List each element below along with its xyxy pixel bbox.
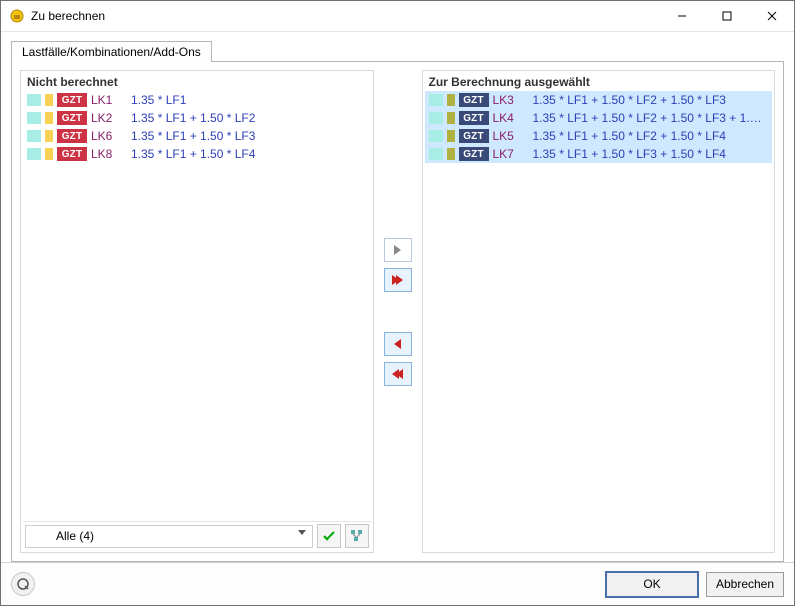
state-badge: GZT [57, 111, 87, 125]
combination-formula: 1.35 * LF1 + 1.50 * LF2 + 1.50 * LF3 [533, 93, 769, 107]
color-swatch-icon [429, 112, 443, 124]
app-icon [9, 8, 25, 24]
move-left-button[interactable] [384, 332, 412, 356]
combination-code: LK8 [91, 147, 127, 161]
combination-formula: 1.35 * LF1 [131, 93, 367, 107]
combination-code: LK6 [91, 129, 127, 143]
panel-footer-left: Alle (4) [21, 522, 373, 552]
combination-code: LK3 [493, 93, 529, 107]
color-swatch-icon [27, 112, 41, 124]
color-swatch-icon [45, 148, 53, 160]
list-item[interactable]: GZT LK7 1.35 * LF1 + 1.50 * LF3 + 1.50 * L… [425, 145, 773, 163]
color-swatch-icon [27, 94, 41, 106]
list-item[interactable]: GZT LK6 1.35 * LF1 + 1.50 * LF3 [23, 127, 371, 145]
combination-formula: 1.35 * LF1 + 1.50 * LF4 [131, 147, 367, 161]
tabbar: Lastfälle/Kombinationen/Add-Ons [11, 38, 784, 62]
color-swatch-icon [45, 112, 53, 124]
color-swatch-icon [447, 130, 455, 142]
panel-not-calculated: Nicht berechnet GZT LK1 1.35 * LF1 GZT LK2 1.… [20, 70, 374, 553]
help-button[interactable] [11, 572, 35, 596]
panel-selected: Zur Berechnung ausgewählt GZT LK3 1.35 * L… [422, 70, 776, 553]
list-item[interactable]: GZT LK4 1.35 * LF1 + 1.50 * LF2 + 1.50 * L… [425, 109, 773, 127]
tab-load-combinations[interactable]: Lastfälle/Kombinationen/Add-Ons [11, 41, 212, 62]
state-badge: GZT [57, 93, 87, 107]
window-controls [659, 1, 794, 31]
color-swatch-icon [27, 148, 41, 160]
move-right-button[interactable] [384, 238, 412, 262]
close-button[interactable] [749, 1, 794, 31]
window-title: Zu berechnen [31, 9, 659, 23]
state-badge: GZT [459, 147, 489, 161]
panel-header-not-calculated: Nicht berechnet [21, 71, 373, 91]
list-item[interactable]: GZT LK8 1.35 * LF1 + 1.50 * LF4 [23, 145, 371, 163]
select-all-checked-button[interactable] [317, 524, 341, 548]
color-swatch-icon [429, 130, 443, 142]
combination-code: LK1 [91, 93, 127, 107]
move-all-left-button[interactable] [384, 362, 412, 386]
chevron-down-icon [298, 530, 306, 535]
state-badge: GZT [459, 129, 489, 143]
color-swatch-icon [27, 130, 41, 142]
color-swatch-icon [429, 94, 443, 106]
state-badge: GZT [459, 93, 489, 107]
color-swatch-icon [447, 94, 455, 106]
cancel-button[interactable]: Abbrechen [706, 572, 784, 597]
state-badge: GZT [459, 111, 489, 125]
ok-button[interactable]: OK [606, 572, 698, 597]
list-selected[interactable]: GZT LK3 1.35 * LF1 + 1.50 * LF2 + 1.50 * L… [425, 91, 773, 552]
combination-code: LK4 [493, 111, 529, 125]
dialog-window: Zu berechnen Lastfälle/Kombinationen/Add… [0, 0, 795, 606]
color-swatch-icon [429, 148, 443, 160]
list-item[interactable]: GZT LK3 1.35 * LF1 + 1.50 * LF2 + 1.50 * L… [425, 91, 773, 109]
color-swatch-icon [45, 94, 53, 106]
color-swatch-icon [447, 112, 455, 124]
list-item[interactable]: GZT LK5 1.35 * LF1 + 1.50 * LF2 + 1.50 * L… [425, 127, 773, 145]
combination-formula: 1.35 * LF1 + 1.50 * LF3 + 1.50 * LF4 [533, 147, 769, 161]
select-tree-button[interactable] [345, 524, 369, 548]
body-area: Lastfälle/Kombinationen/Add-Ons Nicht be… [1, 32, 794, 562]
minimize-button[interactable] [659, 1, 704, 31]
move-all-right-button[interactable] [384, 268, 412, 292]
panel-header-selected: Zur Berechnung ausgewählt [423, 71, 775, 91]
combination-formula: 1.35 * LF1 + 1.50 * LF2 [131, 111, 367, 125]
titlebar: Zu berechnen [1, 1, 794, 32]
dialog-footer: OK Abbrechen [1, 562, 794, 605]
combination-code: LK5 [493, 129, 529, 143]
combination-code: LK2 [91, 111, 127, 125]
combination-code: LK7 [493, 147, 529, 161]
color-swatch-icon [447, 148, 455, 160]
tab-content: Nicht berechnet GZT LK1 1.35 * LF1 GZT LK2 1.… [11, 62, 784, 562]
color-swatch-icon [45, 130, 53, 142]
list-not-calculated[interactable]: GZT LK1 1.35 * LF1 GZT LK2 1.35 * LF1 + 1.50 … [23, 91, 371, 522]
state-badge: GZT [57, 129, 87, 143]
filter-value: Alle (4) [56, 529, 94, 543]
list-item[interactable]: GZT LK1 1.35 * LF1 [23, 91, 371, 109]
maximize-button[interactable] [704, 1, 749, 31]
combination-formula: 1.35 * LF1 + 1.50 * LF2 + 1.50 * LF4 [533, 129, 769, 143]
transfer-controls [378, 70, 418, 553]
state-badge: GZT [57, 147, 87, 161]
combination-formula: 1.35 * LF1 + 1.50 * LF3 [131, 129, 367, 143]
list-item[interactable]: GZT LK2 1.35 * LF1 + 1.50 * LF2 [23, 109, 371, 127]
filter-dropdown[interactable]: Alle (4) [25, 525, 313, 548]
combination-formula: 1.35 * LF1 + 1.50 * LF2 + 1.50 * LF3 + 1… [533, 111, 769, 125]
